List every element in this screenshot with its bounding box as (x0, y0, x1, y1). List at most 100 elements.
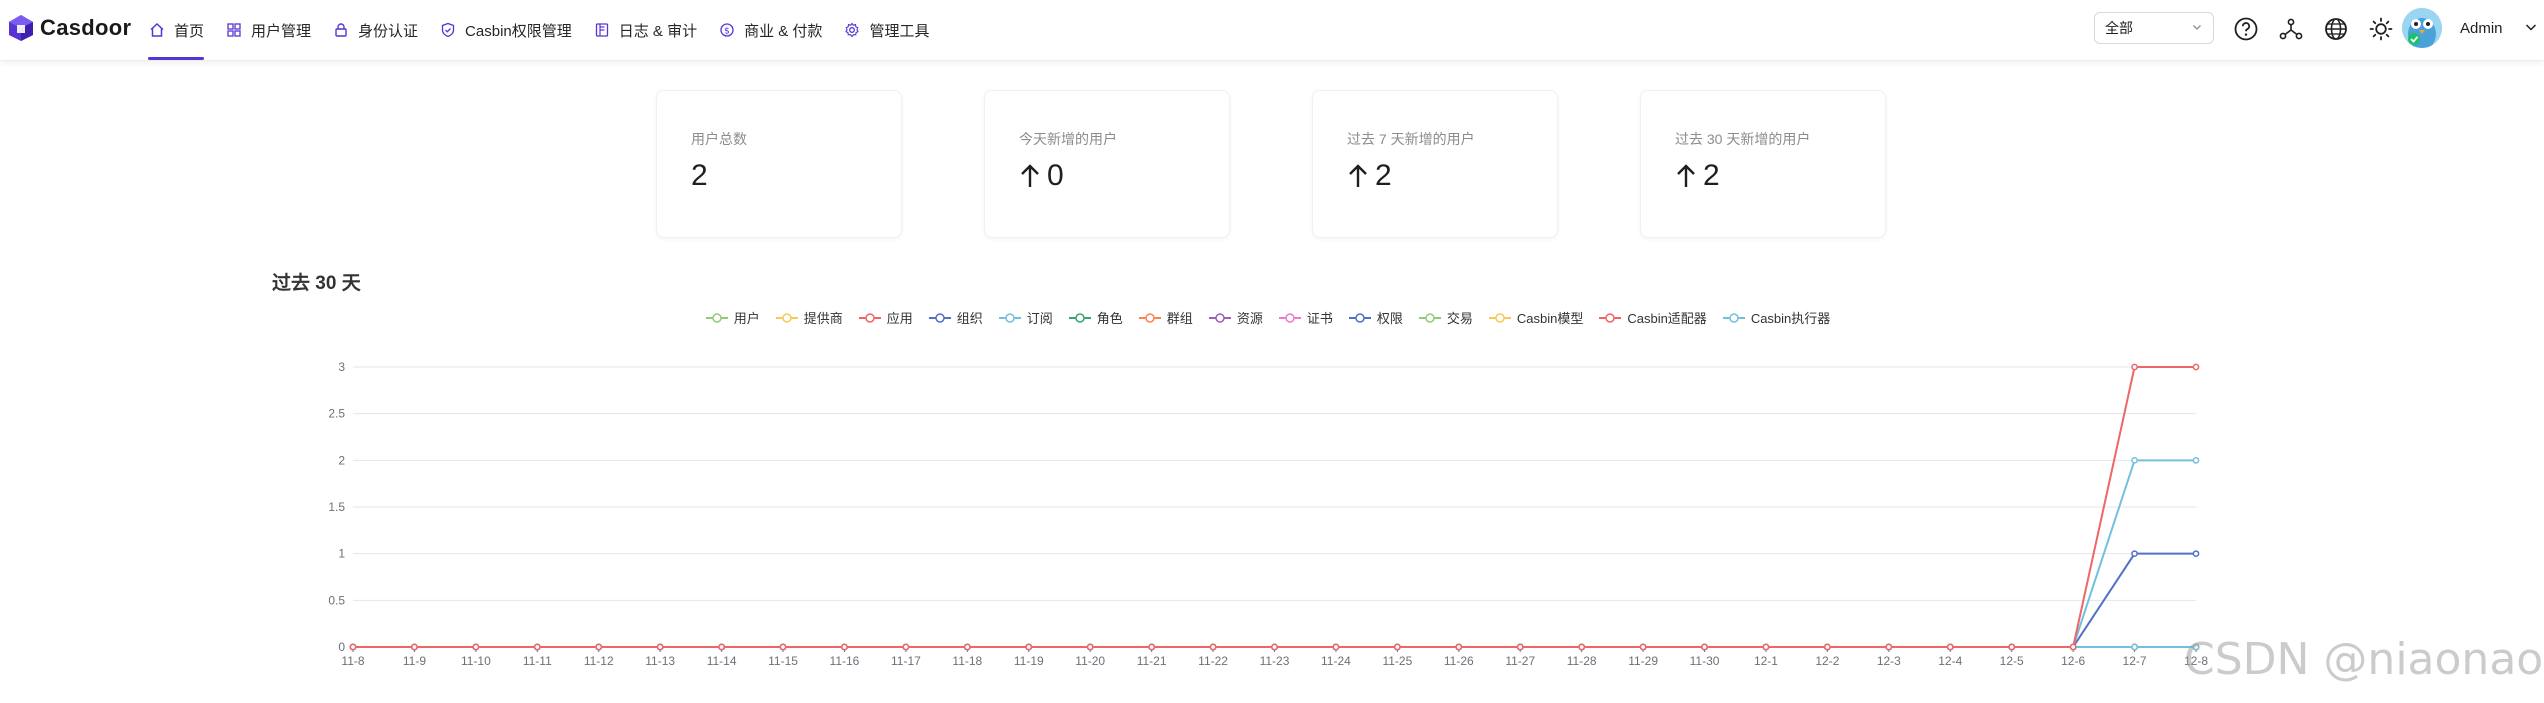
arrow-up-icon (1347, 163, 1369, 189)
theme-sun-icon[interactable] (2366, 14, 2396, 44)
legend-label: Casbin模型 (1516, 311, 1584, 326)
legend-item[interactable]: 订阅 (998, 308, 1053, 327)
x-tick-label: 11-11 (523, 654, 552, 668)
data-point (2131, 643, 2138, 651)
nav-item-logs[interactable]: 日志 & 审计 (593, 0, 718, 60)
legend-item[interactable]: 群组 (1138, 308, 1193, 327)
avatar[interactable] (2402, 8, 2442, 48)
legend-item[interactable]: 角色 (1068, 308, 1123, 327)
data-point (1209, 643, 1217, 651)
chevron-down-icon[interactable] (2524, 20, 2538, 39)
data-point (1946, 643, 1954, 651)
x-tick-label: 12-6 (2061, 654, 2085, 668)
data-point (1885, 643, 1893, 651)
x-tick-label: 11-23 (1260, 654, 1290, 668)
legend-item[interactable]: 交易 (1418, 308, 1473, 327)
x-tick-label: 11-20 (1075, 654, 1105, 668)
nav-label: Casbin权限管理 (465, 22, 572, 40)
network-icon[interactable] (2276, 14, 2306, 44)
chart-title: 过去 30 天 (272, 273, 361, 294)
nav-item-business[interactable]: $ 商业 & 付款 (718, 0, 843, 60)
help-icon[interactable] (2231, 14, 2261, 44)
x-tick-label: 11-12 (584, 654, 614, 668)
nav-label: 用户管理 (251, 22, 312, 40)
stat-value: 2 (691, 159, 708, 192)
data-point (1639, 643, 1647, 651)
data-point (1025, 643, 1033, 651)
legend-swatch (1599, 312, 1622, 323)
nav-item-casbin[interactable]: Casbin权限管理 (439, 0, 593, 60)
data-point (411, 643, 418, 651)
organization-select[interactable]: 全部 (2094, 12, 2214, 44)
legend-label: 角色 (1096, 311, 1123, 326)
legend-label: 提供商 (803, 311, 843, 326)
y-tick-label: 3 (338, 360, 345, 374)
legend-swatch (998, 312, 1021, 323)
x-tick-label: 11-26 (1444, 654, 1474, 668)
user-avatar-icon (2402, 8, 2442, 48)
data-point (1394, 643, 1401, 651)
nav-item-authentication[interactable]: 身份认证 (332, 0, 439, 60)
legend-item[interactable]: 权限 (1348, 308, 1403, 327)
logo-text: Casdoor (40, 15, 132, 40)
stat-value-row: 2 (1347, 159, 1392, 193)
y-tick-label: 0 (338, 640, 345, 654)
nav-item-home[interactable]: 首页 (148, 0, 225, 60)
legend-label: 交易 (1446, 311, 1473, 326)
data-point (779, 643, 787, 651)
legend-item[interactable]: 用户 (705, 308, 760, 327)
x-tick-label: 11-13 (645, 654, 675, 668)
data-point (349, 643, 357, 651)
legend-item[interactable]: 组织 (928, 308, 983, 327)
legend-swatch (1208, 312, 1231, 323)
legend-item[interactable]: 提供商 (775, 308, 843, 327)
legend-label: Casbin适配器 (1627, 311, 1707, 326)
globe-icon[interactable] (2321, 14, 2351, 44)
x-tick-label: 12-5 (2000, 654, 2024, 668)
legend-item[interactable]: 资源 (1208, 308, 1263, 327)
x-tick-label: 11-22 (1198, 654, 1228, 668)
legend-swatch (775, 312, 798, 323)
x-tick-label: 12-1 (1754, 654, 1778, 668)
data-point (1578, 643, 1586, 651)
x-tick-label: 12-3 (1877, 654, 1901, 668)
shield-icon (439, 21, 457, 39)
main-nav: 首页 用户管理 身份认证 Casbin权限管理 日志 & 审计 $ 商业 & 付… (148, 0, 950, 60)
data-point (718, 643, 725, 651)
data-point (2131, 363, 2138, 371)
nav-item-user-management[interactable]: 用户管理 (225, 0, 332, 60)
stat-card-total-users: 用户总数 2 (656, 90, 902, 238)
legend-swatch (1722, 312, 1745, 323)
stat-value: 2 (1375, 159, 1392, 192)
legend-item[interactable]: Casbin执行器 (1722, 308, 1830, 327)
data-point (533, 643, 541, 651)
stat-value: 0 (1047, 159, 1064, 192)
user-name[interactable]: Admin (2460, 20, 2503, 37)
x-tick-label: 11-8 (341, 654, 364, 668)
data-point (472, 643, 480, 651)
x-tick-label: 11-30 (1690, 654, 1720, 668)
legend-swatch (1488, 312, 1511, 323)
legend-item[interactable]: Casbin适配器 (1599, 308, 1707, 327)
legend-label: 证书 (1306, 311, 1333, 326)
x-tick-label: 11-17 (891, 654, 921, 668)
stat-card-30day-users: 过去 30 天新增的用户 2 (1640, 90, 1886, 238)
data-point (963, 643, 971, 651)
x-tick-label: 11-14 (707, 654, 737, 668)
legend-item[interactable]: Casbin模型 (1488, 308, 1584, 327)
stat-value-row: 0 (1019, 159, 1064, 193)
line-chart: 0 0.5 1 1.5 2 2.5 3 11-8 11-9 11-10 11-11 11-12 11-1… (328, 360, 2208, 668)
stat-value: 2 (1703, 159, 1720, 192)
legend-item[interactable]: 应用 (858, 308, 913, 327)
data-point (2008, 643, 2016, 651)
log-icon (593, 21, 611, 39)
legend-item[interactable]: 证书 (1278, 308, 1333, 327)
legend-swatch (1068, 312, 1091, 323)
x-tick-label: 11-10 (461, 654, 491, 668)
data-point (902, 643, 910, 651)
nav-item-admin-tools[interactable]: 管理工具 (843, 0, 950, 60)
casdoor-logo[interactable]: Casdoor (8, 10, 131, 46)
x-tick-label: 11-27 (1505, 654, 1535, 668)
data-point (1086, 643, 1094, 651)
data-point (1148, 643, 1155, 651)
